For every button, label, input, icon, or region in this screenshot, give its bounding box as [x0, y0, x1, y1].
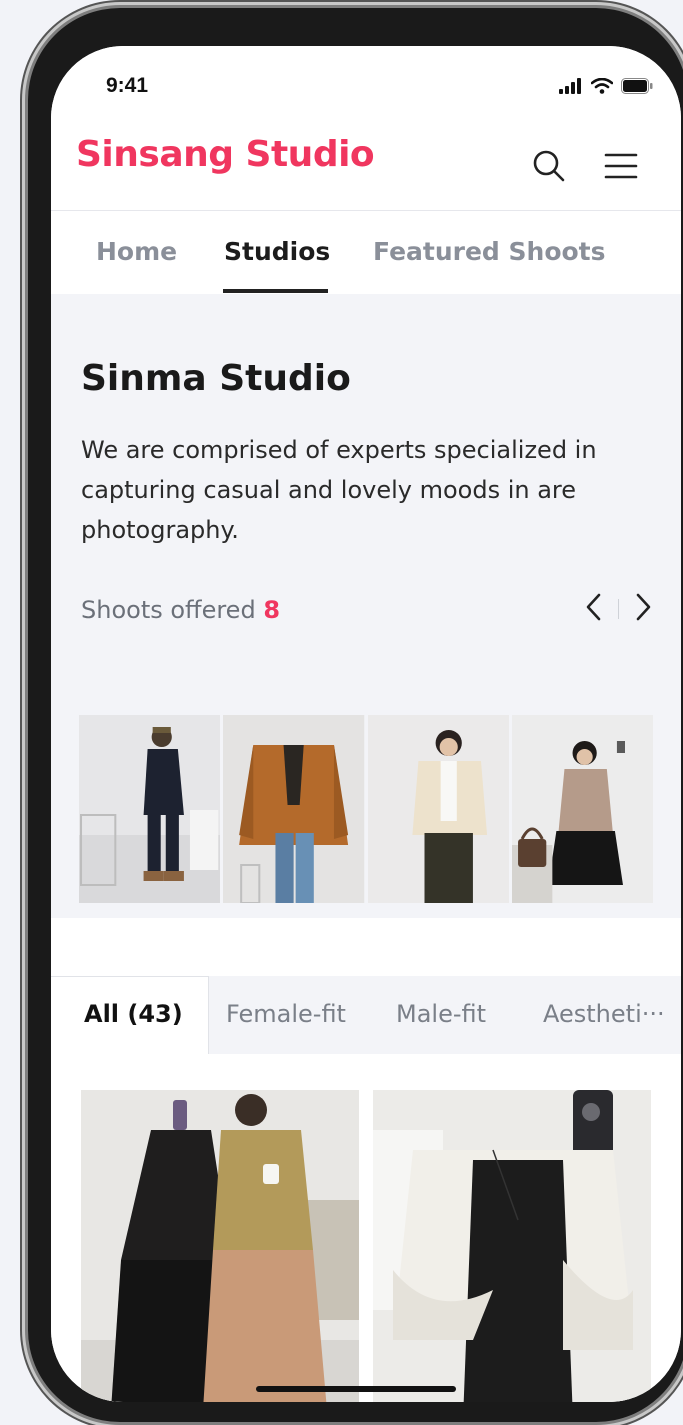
phone-screen: 9:41 Sinsang Studio Home Studios Feature… — [51, 46, 681, 1402]
shoots-offered-label: Shoots offered — [81, 596, 256, 624]
shoot-photo[interactable] — [511, 715, 653, 903]
status-bar: 9:41 — [51, 46, 681, 126]
brand-logo[interactable]: Sinsang Studio — [76, 134, 375, 175]
menu-icon[interactable] — [601, 146, 641, 186]
category-tab-male-fit[interactable]: Male-fit — [396, 1000, 486, 1028]
app-header: Sinsang Studio — [51, 126, 681, 211]
page-canvas: 9:41 Sinsang Studio Home Studios Feature… — [0, 0, 683, 1425]
shoots-pager — [584, 592, 653, 626]
status-icons — [559, 77, 653, 98]
product-grid — [51, 1054, 681, 1402]
studio-description: We are comprised of experts specialized … — [81, 436, 597, 544]
chevron-left-icon[interactable] — [584, 592, 604, 626]
shoot-photo[interactable] — [223, 715, 365, 903]
shoot-photo-strip — [79, 715, 653, 903]
status-time: 9:41 — [106, 74, 149, 97]
product-card[interactable] — [373, 1090, 651, 1402]
battery-icon — [621, 78, 653, 98]
category-tab-female-fit[interactable]: Female-fit — [226, 1000, 346, 1028]
category-tabs: All (43) Female-fit Male-fit Aestheti··· — [51, 976, 681, 1056]
shoot-photo[interactable] — [367, 715, 509, 903]
signal-icon — [559, 78, 583, 98]
pager-divider — [618, 599, 619, 619]
tab-studios[interactable]: Studios — [224, 237, 330, 266]
active-tab-indicator — [223, 289, 328, 293]
shoot-photo[interactable] — [79, 715, 221, 903]
category-tab-aesthetic[interactable]: Aestheti··· — [543, 1000, 665, 1028]
studio-section: Sinma Studio We are comprised of experts… — [51, 294, 681, 918]
studio-name: Sinma Studio — [81, 358, 351, 399]
chevron-right-icon[interactable] — [633, 592, 653, 626]
nav-tabs: Home Studios Featured Shoots — [51, 211, 681, 294]
home-indicator[interactable] — [256, 1386, 456, 1392]
search-icon[interactable] — [529, 146, 569, 186]
shoots-offered-count: 8 — [263, 596, 281, 624]
tab-home[interactable]: Home — [96, 237, 177, 266]
wifi-icon — [590, 77, 614, 98]
phone-frame: 9:41 Sinsang Studio Home Studios Feature… — [28, 8, 683, 1422]
shoots-offered: Shoots offered 8 — [81, 596, 280, 624]
category-tab-all[interactable]: All (43) — [84, 1000, 183, 1028]
tab-featured-shoots[interactable]: Featured Shoots — [373, 237, 606, 266]
product-card[interactable] — [81, 1090, 359, 1402]
section-divider — [51, 918, 681, 976]
